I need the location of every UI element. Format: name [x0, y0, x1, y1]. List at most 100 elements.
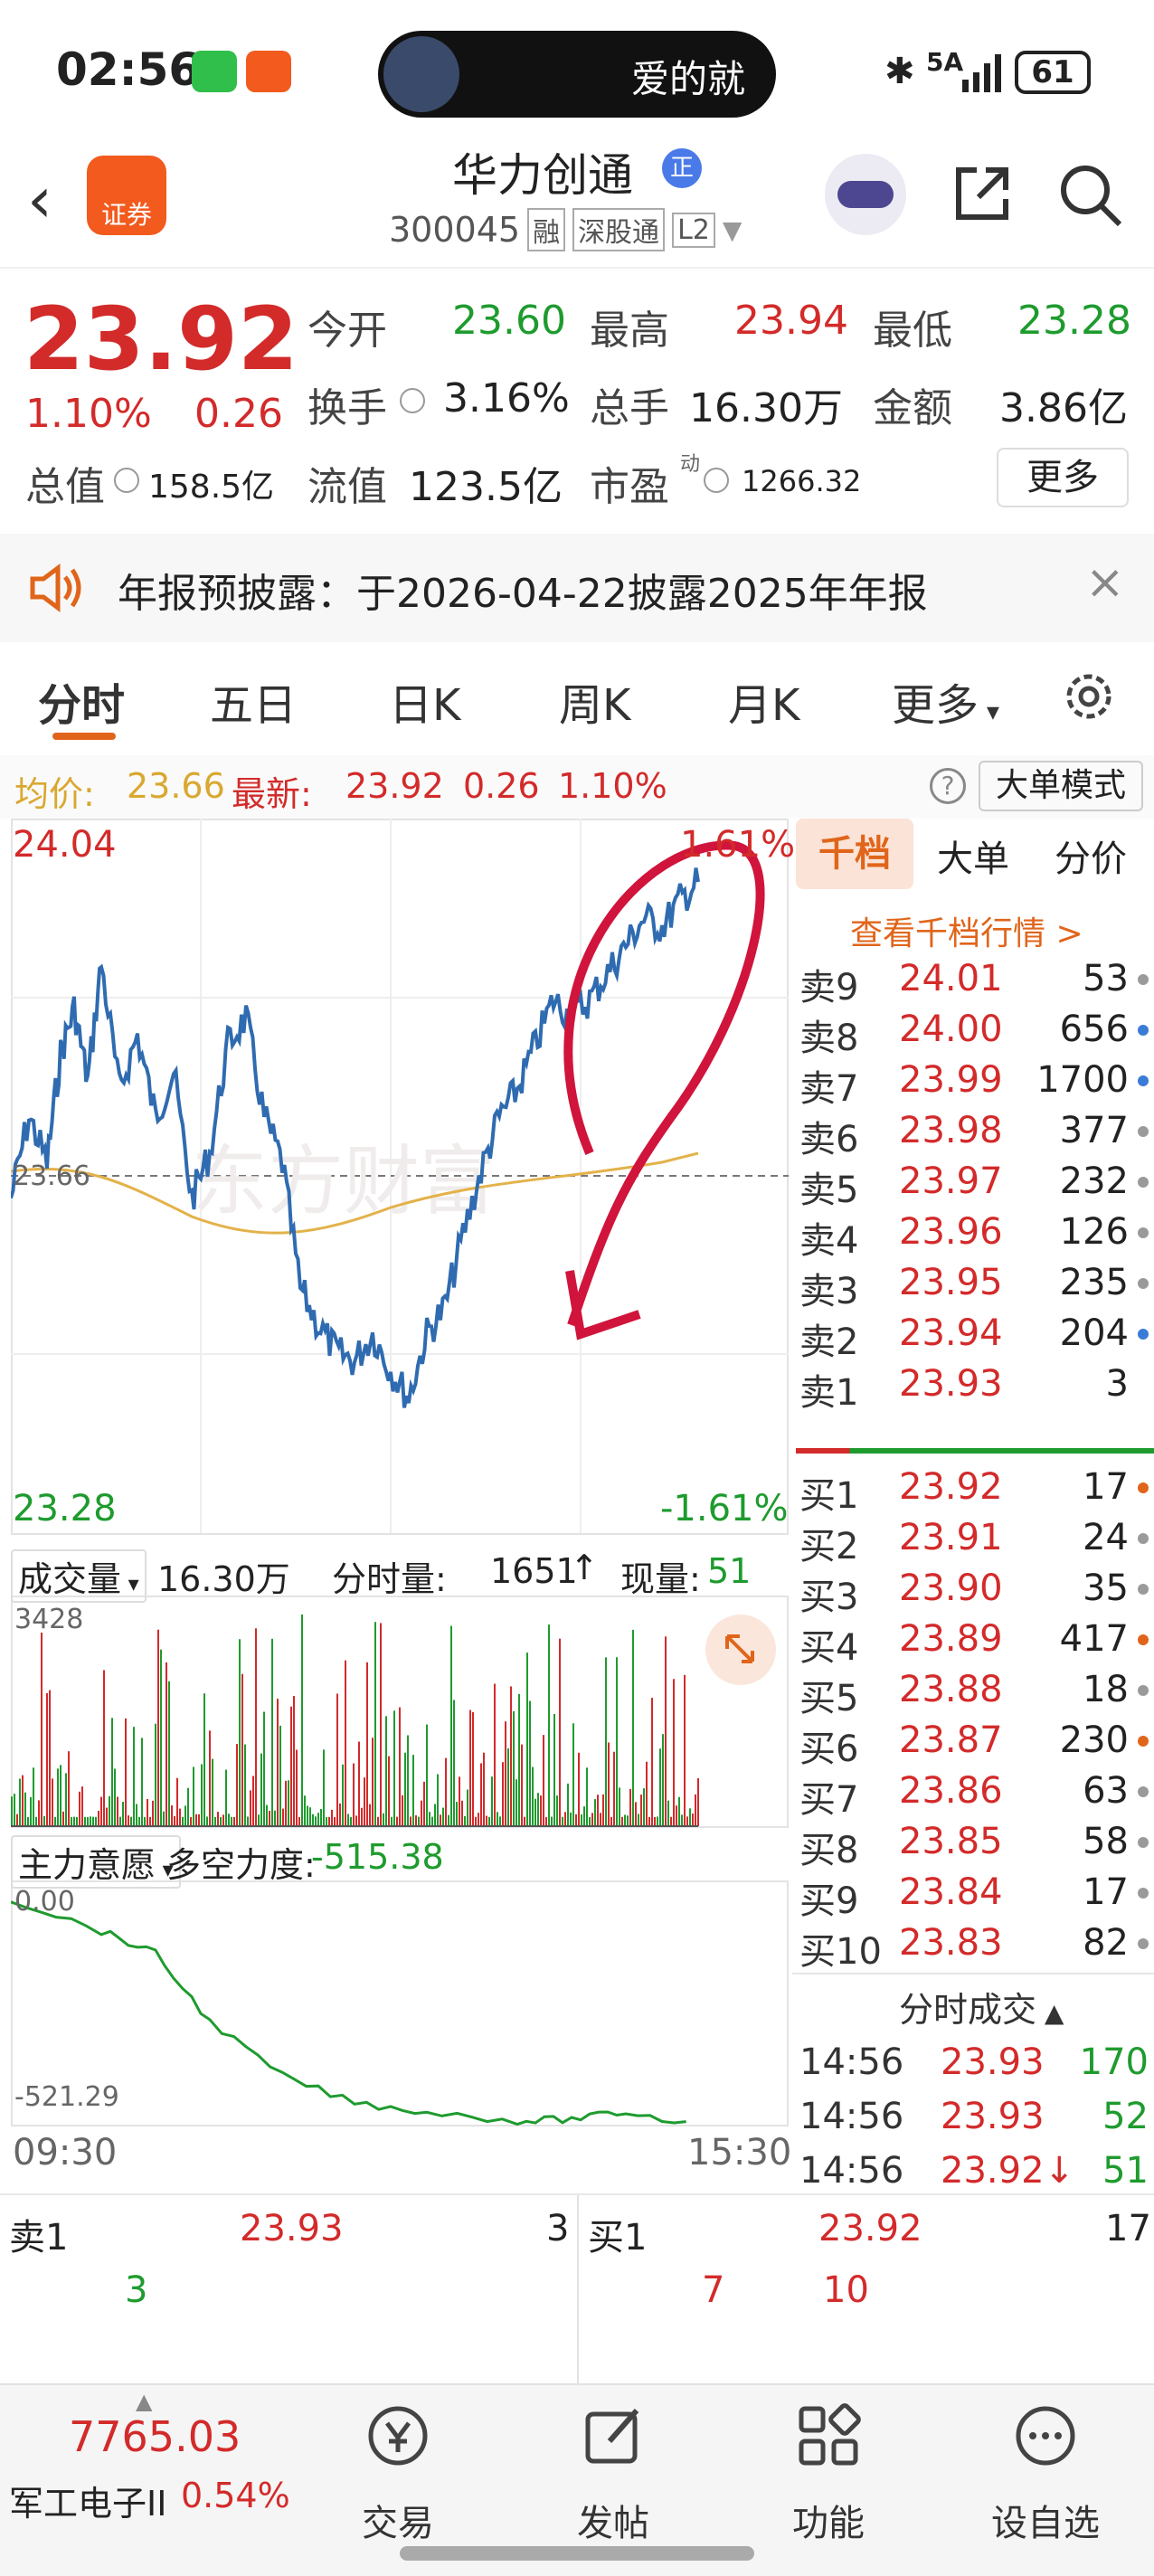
- tab-more[interactable]: 更多 ▾: [892, 669, 999, 733]
- order-dot-icon: [1138, 1278, 1149, 1289]
- sell-level-row[interactable]: 卖6 23.98 377: [792, 1106, 1154, 1160]
- volume-bar: [456, 1802, 458, 1826]
- order-dot-icon: [1138, 1177, 1149, 1188]
- info-icon[interactable]: [400, 388, 425, 413]
- media-pill[interactable]: 爱的就: [378, 31, 776, 118]
- volume-bar: [575, 1814, 577, 1826]
- volume-bar: [103, 1670, 105, 1826]
- sell-level-row[interactable]: 卖7 23.99 1700: [792, 1056, 1154, 1110]
- tab-monthly-k[interactable]: 月K: [728, 669, 799, 733]
- info-icon[interactable]: [704, 468, 729, 493]
- buy-level-row[interactable]: 买1 23.92 17: [792, 1463, 1154, 1517]
- tab-daily-k[interactable]: 日K: [389, 669, 460, 733]
- sell-level-row[interactable]: 卖1 23.93 3: [792, 1359, 1154, 1414]
- sell-level-row[interactable]: 卖8 24.00 656: [792, 1005, 1154, 1059]
- time-axis-start: 09:30: [13, 2132, 118, 2174]
- avg-label: 均价:: [14, 774, 95, 814]
- more-button[interactable]: 更多: [997, 448, 1129, 507]
- price-summary-line: 均价: 23.66 最新: 23.92 0.26 1.10% ? 大单模式: [0, 755, 1154, 819]
- mcap-value: 158.5亿: [148, 469, 275, 506]
- volume-bar: [52, 1778, 53, 1826]
- volume-bar: [117, 1796, 118, 1826]
- sell-level-row[interactable]: 卖9 24.01 53: [792, 954, 1154, 1009]
- help-icon[interactable]: ?: [930, 768, 966, 804]
- buy-level-row[interactable]: 买3 23.90 35: [792, 1564, 1154, 1618]
- volume-bar: [662, 1734, 664, 1826]
- nav-watchlist[interactable]: 设自选: [955, 2385, 1136, 2566]
- volume-bar: [410, 1816, 411, 1826]
- info-icon[interactable]: [114, 468, 139, 493]
- volume-bar: [532, 1766, 534, 1826]
- volume-bar: [190, 1817, 192, 1826]
- sell-level-row[interactable]: 卖4 23.96 126: [792, 1208, 1154, 1262]
- trades-title[interactable]: 分时成交 ▲: [899, 1982, 1064, 2031]
- volume-bar: [591, 1813, 593, 1826]
- volume-bar: [469, 1709, 471, 1826]
- volume-bar: [87, 1816, 89, 1826]
- volume-bar: [689, 1808, 691, 1826]
- volume-bar: [461, 1800, 463, 1826]
- strip-sell-price: 23.93: [240, 2208, 344, 2249]
- force-indicator-select[interactable]: 主力意愿 ▾: [11, 1835, 181, 1889]
- volume-bar: [193, 1766, 194, 1826]
- order-book-panel: 千档 大单 分价 查看千档行情 > 卖9 24.01 53 卖8 24.00 656 卖7 2…: [792, 819, 1154, 2193]
- notice-bar[interactable]: 年报预披露：于2026-04-22披露2025年年报 ×: [0, 534, 1154, 642]
- level-price: 24.01: [899, 958, 1003, 999]
- nav-post[interactable]: 发帖: [523, 2385, 704, 2566]
- sell-level-row[interactable]: 卖3 23.95 235: [792, 1258, 1154, 1312]
- level-volume: 377: [1059, 1110, 1129, 1151]
- book-tab-big-orders[interactable]: 大单: [937, 829, 1009, 882]
- volume-bar: [250, 1790, 251, 1826]
- level-volume: 82: [1083, 1922, 1129, 1964]
- chevron-down-icon[interactable]: ▼: [723, 215, 743, 245]
- signal-icon: [960, 52, 1007, 92]
- big-order-mode-button[interactable]: 大单模式: [979, 761, 1143, 811]
- tab-intraday[interactable]: 分时: [38, 669, 125, 733]
- buy-level-row[interactable]: 买8 23.85 58: [792, 1817, 1154, 1871]
- app-logo[interactable]: 证券: [87, 156, 166, 235]
- buy-level-row[interactable]: 买5 23.88 18: [792, 1665, 1154, 1719]
- volume-bar: [81, 1786, 83, 1826]
- volume-indicator-select[interactable]: 成交量 ▾: [11, 1549, 147, 1603]
- assistant-robot-icon[interactable]: [825, 154, 906, 235]
- index-value: 7765.03: [69, 2412, 241, 2461]
- tab-five-day[interactable]: 五日: [210, 669, 297, 733]
- search-icon[interactable]: [1056, 161, 1125, 230]
- book-tab-price-split[interactable]: 分价: [1055, 829, 1127, 882]
- volume-bar: [73, 1816, 75, 1826]
- sell-level-row[interactable]: 卖5 23.97 232: [792, 1157, 1154, 1211]
- buy-level-row[interactable]: 买9 23.84 17: [792, 1868, 1154, 1922]
- trade-row: 14:56 23.93 52: [792, 2092, 1154, 2143]
- buy-level-row[interactable]: 买6 23.87 230: [792, 1716, 1154, 1770]
- volume-bar: [35, 1816, 37, 1826]
- volume-bar: [670, 1816, 672, 1826]
- level-volume: 230: [1059, 1719, 1129, 1761]
- share-icon[interactable]: [950, 161, 1015, 226]
- nav-functions[interactable]: 功能: [738, 2385, 919, 2566]
- sell-level-row[interactable]: 卖2 23.94 204: [792, 1309, 1154, 1363]
- expand-icon[interactable]: [705, 1615, 776, 1685]
- volume-bar: [209, 1730, 211, 1826]
- level-label: 买9: [799, 1880, 859, 1922]
- view-depth-link[interactable]: 查看千档行情 >: [850, 907, 1083, 954]
- level-label: 买6: [799, 1728, 859, 1770]
- buy-level-row[interactable]: 买4 23.89 417: [792, 1615, 1154, 1669]
- book-tab-depth[interactable]: 千档: [796, 819, 913, 889]
- open-label: 今开: [307, 308, 387, 354]
- volume-bar: [586, 1767, 588, 1826]
- order-dot-icon: [1138, 1584, 1149, 1595]
- close-icon[interactable]: ×: [1085, 555, 1125, 610]
- buy-level-row[interactable]: 买7 23.86 63: [792, 1766, 1154, 1821]
- volume-bar: [68, 1751, 70, 1826]
- volume-bar: [534, 1798, 536, 1826]
- volume-bar: [62, 1811, 64, 1826]
- bottom-nav: ▲ 7765.03 军工电子II 0.54% 交易 发帖 功能 设自选: [0, 2383, 1154, 2576]
- stock-code: 300045: [389, 210, 521, 250]
- index-ticker[interactable]: ▲ 7765.03 军工电子II 0.54%: [0, 2385, 298, 2566]
- nav-trade[interactable]: 交易: [307, 2385, 488, 2566]
- settings-gear-icon[interactable]: [1060, 668, 1118, 725]
- buy-level-row[interactable]: 买10 23.83 82: [792, 1918, 1154, 1973]
- back-icon[interactable]: ‹: [27, 163, 52, 237]
- tab-weekly-k[interactable]: 周K: [559, 669, 630, 733]
- buy-level-row[interactable]: 买2 23.91 24: [792, 1513, 1154, 1567]
